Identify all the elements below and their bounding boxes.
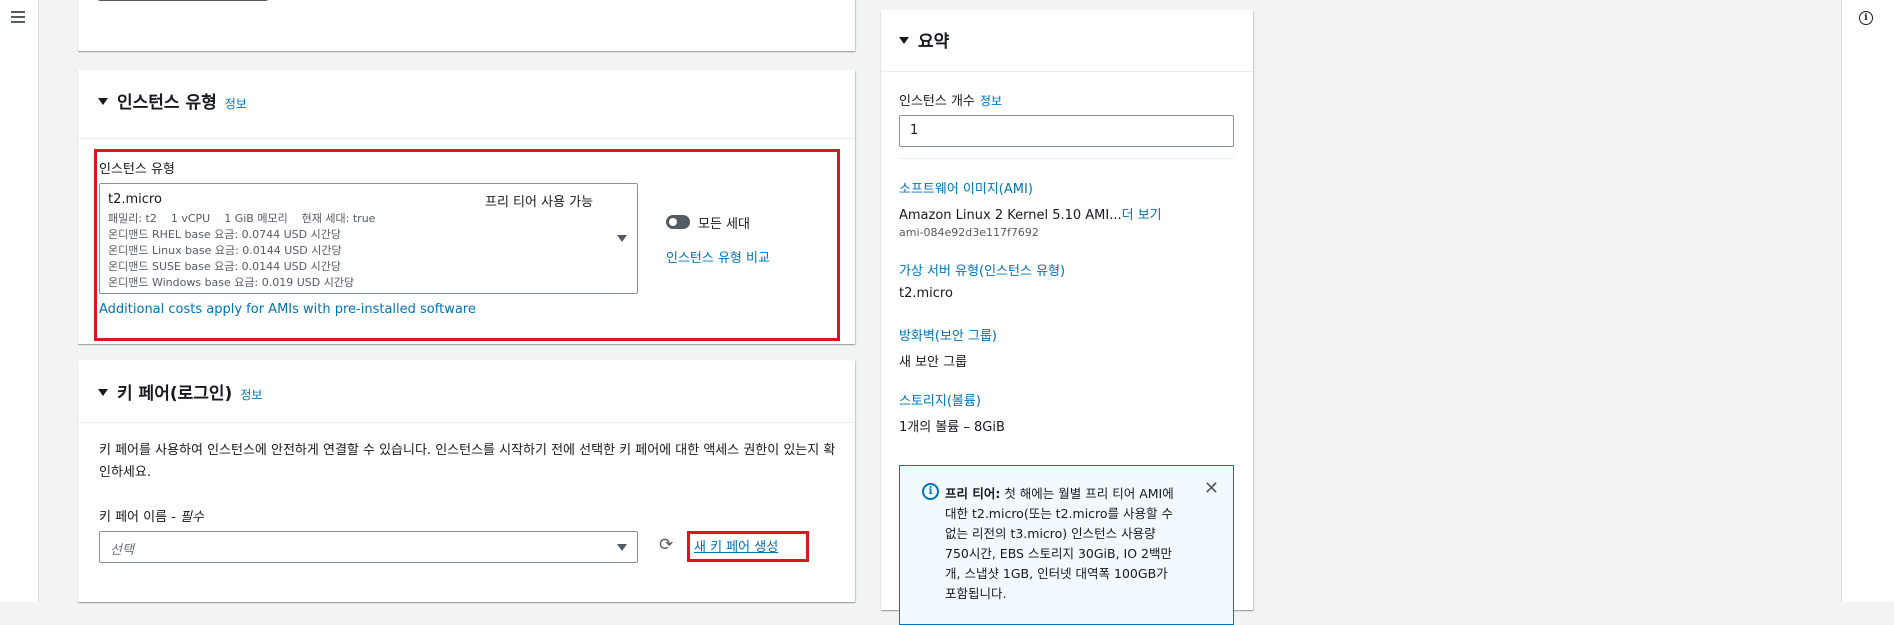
previous-section-panel bbox=[78, 0, 855, 51]
key-pair-placeholder: 선택 bbox=[110, 543, 134, 558]
all-generations-label: 모든 세대 bbox=[698, 217, 750, 232]
divider bbox=[899, 158, 1234, 159]
firewall-value: 새 보안 그룹 bbox=[899, 355, 968, 370]
create-key-pair-link[interactable]: 새 키 페어 생성 bbox=[694, 536, 778, 555]
ami-name-text: Amazon Linux 2 Kernel 5.10 AMI... bbox=[899, 208, 1122, 223]
caret-down-icon bbox=[98, 97, 108, 105]
instance-type-panel: 인스턴스 유형 정보 인스턴스 유형 t2.micro 프리 티어 사용 가능 패… bbox=[78, 70, 855, 344]
compare-instance-types-link[interactable]: 인스턴스 유형 비교 bbox=[666, 247, 770, 266]
virtual-server-link[interactable]: 가상 서버 유형(인스턴스 유형) bbox=[899, 264, 1065, 279]
label-text: 인스턴스 개수 bbox=[899, 94, 975, 109]
free-tier-text: 프리 티어: 첫 해에는 월별 프리 티어 AMI에 대한 t2.micro(또… bbox=[945, 484, 1180, 604]
section-title: 인스턴스 유형 bbox=[117, 93, 217, 113]
storage-section: 스토리지(볼륨) 1개의 볼륨 – 8GiB bbox=[899, 390, 1239, 435]
key-pair-header[interactable]: 키 페어(로그인) 정보 bbox=[98, 379, 262, 404]
detail-line: 패밀리: t2 1 vCPU 1 GiB 메모리 현재 세대: true bbox=[108, 212, 376, 225]
additional-costs-link[interactable]: Additional costs apply for AMIs with pre… bbox=[99, 302, 476, 317]
instance-details: 패밀리: t2 1 vCPU 1 GiB 메모리 현재 세대: true 온디맨… bbox=[108, 211, 375, 291]
instance-count-input[interactable]: 1 bbox=[899, 115, 1234, 147]
instance-type-select[interactable]: t2.micro 프리 티어 사용 가능 패밀리: t2 1 vCPU 1 Gi… bbox=[99, 183, 638, 294]
key-pair-panel: 키 페어(로그인) 정보 키 페어를 사용하여 인스턴스에 안전하게 연결할 수 … bbox=[78, 360, 855, 602]
hamburger-menu-icon[interactable] bbox=[11, 11, 25, 26]
key-pair-select[interactable]: 선택 bbox=[99, 531, 638, 563]
summary-header[interactable]: 요약 bbox=[899, 27, 949, 52]
more-link[interactable]: 더 보기 bbox=[1122, 208, 1162, 223]
instance-type-header[interactable]: 인스턴스 유형 정보 bbox=[98, 88, 247, 113]
divider bbox=[881, 71, 1253, 72]
summary-panel: 요약 인스턴스 개수 정보 1 소프트웨어 이미지(AMI) Amazon Lin… bbox=[881, 10, 1253, 625]
firewall-link[interactable]: 방화벽(보안 그룹) bbox=[899, 329, 997, 344]
firewall-section: 방화벽(보안 그룹) 새 보안 그룹 bbox=[899, 325, 1239, 370]
detail-line: 온디맨드 SUSE base 요금: 0.0144 USD 시간당 bbox=[108, 260, 341, 273]
divider bbox=[78, 138, 855, 139]
detail-line: 온디맨드 Windows base 요금: 0.019 USD 시간당 bbox=[108, 276, 355, 289]
dropdown-caret-icon bbox=[617, 544, 627, 551]
previous-section-button[interactable] bbox=[98, 0, 268, 1]
info-icon[interactable]: i bbox=[1859, 11, 1873, 25]
software-image-link[interactable]: 소프트웨어 이미지(AMI) bbox=[899, 182, 1033, 197]
selected-instance-type: t2.micro bbox=[108, 192, 162, 207]
storage-value: 1개의 볼륨 – 8GiB bbox=[899, 420, 1005, 435]
key-pair-name-label: 키 페어 이름 - 필수 bbox=[99, 506, 204, 525]
virtual-server-value: t2.micro bbox=[899, 286, 953, 301]
ami-name: Amazon Linux 2 Kernel 5.10 AMI...더 보기 bbox=[899, 204, 1239, 223]
free-tier-alert: i ✕ 프리 티어: 첫 해에는 월별 프리 티어 AMI에 대한 t2.mic… bbox=[899, 465, 1234, 625]
caret-down-icon bbox=[98, 388, 108, 396]
close-icon[interactable]: ✕ bbox=[1204, 480, 1219, 498]
info-link[interactable]: 정보 bbox=[225, 97, 247, 111]
key-pair-description: 키 페어를 사용하여 인스턴스에 안전하게 연결할 수 있습니다. 인스턴스를 … bbox=[99, 443, 836, 480]
refresh-icon[interactable]: ⟳ bbox=[659, 535, 673, 555]
detail-line: 온디맨드 Linux base 요금: 0.0144 USD 시간당 bbox=[108, 244, 342, 257]
dropdown-caret-icon bbox=[617, 235, 627, 242]
free-tier-label: 프리 티어 사용 가능 bbox=[485, 195, 594, 210]
required-text: 필수 bbox=[180, 510, 204, 525]
info-link[interactable]: 정보 bbox=[980, 94, 1002, 108]
label-text: 키 페어 이름 - bbox=[99, 510, 181, 525]
ami-id: ami-084e92d3e117f7692 bbox=[899, 226, 1039, 239]
info-link[interactable]: 정보 bbox=[240, 388, 262, 402]
free-tier-bold: 프리 티어: bbox=[945, 486, 1001, 501]
instance-type-label: 인스턴스 유형 bbox=[99, 162, 175, 177]
instance-count-label: 인스턴스 개수 정보 bbox=[899, 90, 1002, 109]
caret-down-icon bbox=[899, 36, 909, 44]
software-image-section: 소프트웨어 이미지(AMI) Amazon Linux 2 Kernel 5.1… bbox=[899, 178, 1239, 241]
detail-line: 온디맨드 RHEL base 요금: 0.0744 USD 시간당 bbox=[108, 228, 341, 241]
left-nav-bar bbox=[0, 0, 39, 602]
storage-link[interactable]: 스토리지(볼륨) bbox=[899, 394, 981, 409]
info-icon: i bbox=[922, 483, 939, 500]
right-help-bar: i bbox=[1841, 0, 1894, 602]
all-generations-toggle[interactable] bbox=[666, 215, 690, 229]
summary-title: 요약 bbox=[918, 32, 950, 52]
divider bbox=[78, 422, 855, 423]
section-title: 키 페어(로그인) bbox=[117, 384, 233, 404]
free-tier-body: 첫 해에는 월별 프리 티어 AMI에 대한 t2.micro(또는 t2.mi… bbox=[945, 486, 1174, 601]
virtual-server-section: 가상 서버 유형(인스턴스 유형) t2.micro bbox=[899, 260, 1239, 301]
